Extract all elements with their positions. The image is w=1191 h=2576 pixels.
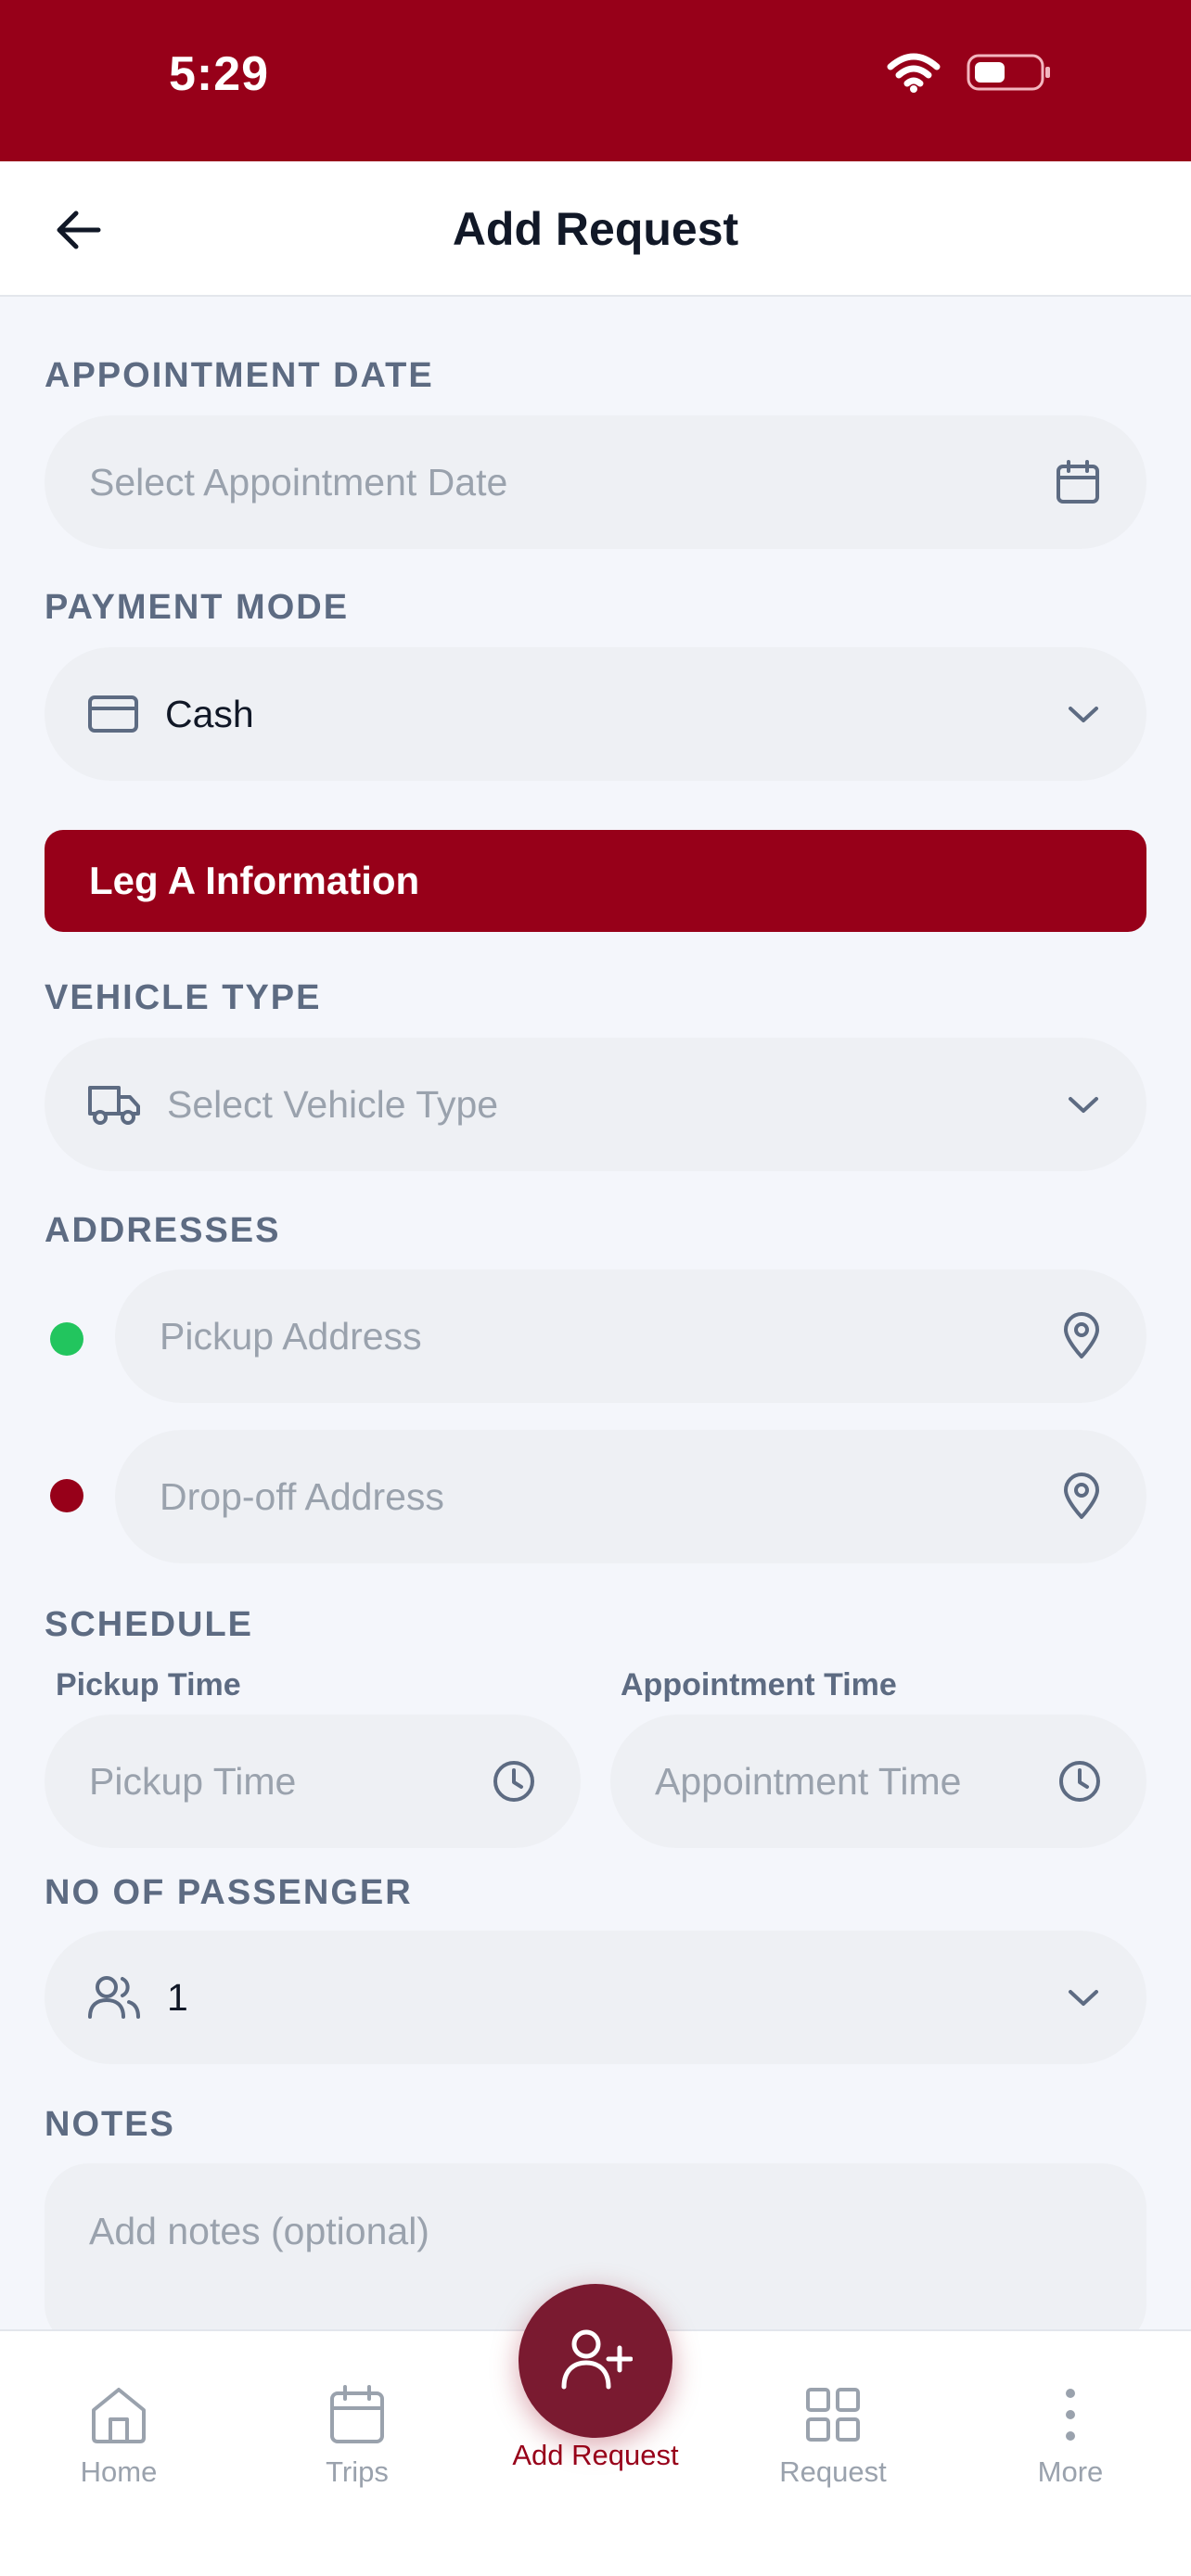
passengers-select[interactable]: 1 xyxy=(45,1931,1146,2064)
wifi-icon xyxy=(887,52,941,97)
clock-icon xyxy=(1057,1759,1102,1804)
users-icon xyxy=(87,1974,141,2021)
map-pin-icon xyxy=(1061,1312,1102,1360)
clock-icon xyxy=(492,1759,536,1804)
vehicle-type-placeholder: Select Vehicle Type xyxy=(167,1082,499,1126)
leg-a-title: Leg A Information xyxy=(89,859,420,902)
payment-mode-select[interactable]: Cash xyxy=(45,647,1146,781)
nav-home[interactable]: Home xyxy=(17,2379,221,2489)
dropoff-dot xyxy=(50,1479,83,1512)
truck-icon xyxy=(87,1082,141,1127)
add-request-fab[interactable] xyxy=(519,2284,672,2438)
notes-placeholder: Add notes (optional) xyxy=(89,2210,429,2252)
calendar-icon xyxy=(255,2379,459,2450)
chevron-down-icon xyxy=(1065,1986,1102,2009)
pickup-address-input[interactable]: Pickup Address xyxy=(115,1269,1146,1403)
grid-icon xyxy=(731,2379,935,2450)
nav-trips-label: Trips xyxy=(326,2455,389,2488)
status-icons xyxy=(887,52,1052,97)
appointment-time-label: Appointment Time xyxy=(621,1667,897,1702)
payment-mode-label: PAYMENT MODE xyxy=(45,588,350,627)
appointment-date-placeholder: Select Appointment Date xyxy=(89,460,508,504)
chevron-down-icon xyxy=(1065,703,1102,725)
dropoff-address-placeholder: Drop-off Address xyxy=(160,1474,444,1518)
appointment-date-field[interactable]: Select Appointment Date xyxy=(45,415,1146,549)
dropoff-address-input[interactable]: Drop-off Address xyxy=(115,1430,1146,1563)
credit-card-icon xyxy=(87,694,139,734)
pickup-dot xyxy=(50,1322,83,1356)
map-pin-icon xyxy=(1061,1473,1102,1521)
appointment-date-label: APPOINTMENT DATE xyxy=(45,356,434,395)
home-icon xyxy=(17,2379,221,2450)
pickup-time-label: Pickup Time xyxy=(56,1667,241,1702)
addresses-label: ADDRESSES xyxy=(45,1211,281,1250)
payment-mode-value: Cash xyxy=(165,692,254,735)
nav-more-label: More xyxy=(1037,2455,1104,2488)
notes-label: NOTES xyxy=(45,2105,175,2144)
nav-home-label: Home xyxy=(80,2455,158,2488)
app-header: Add Request xyxy=(0,161,1191,297)
status-time: 5:29 xyxy=(169,47,270,101)
more-vertical-icon xyxy=(968,2379,1172,2450)
passengers-label: NO OF PASSENGER xyxy=(45,1873,413,1912)
vehicle-type-select[interactable]: Select Vehicle Type xyxy=(45,1038,1146,1171)
status-bar: 5:29 xyxy=(0,0,1191,161)
pickup-address-placeholder: Pickup Address xyxy=(160,1314,422,1358)
pickup-time-input[interactable]: Pickup Time xyxy=(45,1715,581,1848)
user-plus-icon xyxy=(558,2326,634,2397)
nav-add-request-label: Add Request xyxy=(512,2439,679,2471)
nav-trips[interactable]: Trips xyxy=(255,2379,459,2489)
appointment-time-input[interactable]: Appointment Time xyxy=(610,1715,1146,1848)
nav-request-label: Request xyxy=(779,2455,887,2488)
schedule-label: SCHEDULE xyxy=(45,1605,254,1644)
battery-icon xyxy=(967,52,1052,97)
chevron-down-icon xyxy=(1065,1093,1102,1116)
nav-request[interactable]: Request xyxy=(731,2379,935,2489)
vehicle-type-label: VEHICLE TYPE xyxy=(45,978,322,1017)
calendar-icon xyxy=(1054,458,1102,506)
passengers-value: 1 xyxy=(167,1975,188,2019)
page-title: Add Request xyxy=(452,203,739,255)
nav-more[interactable]: More xyxy=(968,2379,1172,2489)
pickup-time-placeholder: Pickup Time xyxy=(89,1759,297,1803)
appointment-time-placeholder: Appointment Time xyxy=(655,1759,962,1803)
leg-a-banner: Leg A Information xyxy=(45,830,1146,932)
